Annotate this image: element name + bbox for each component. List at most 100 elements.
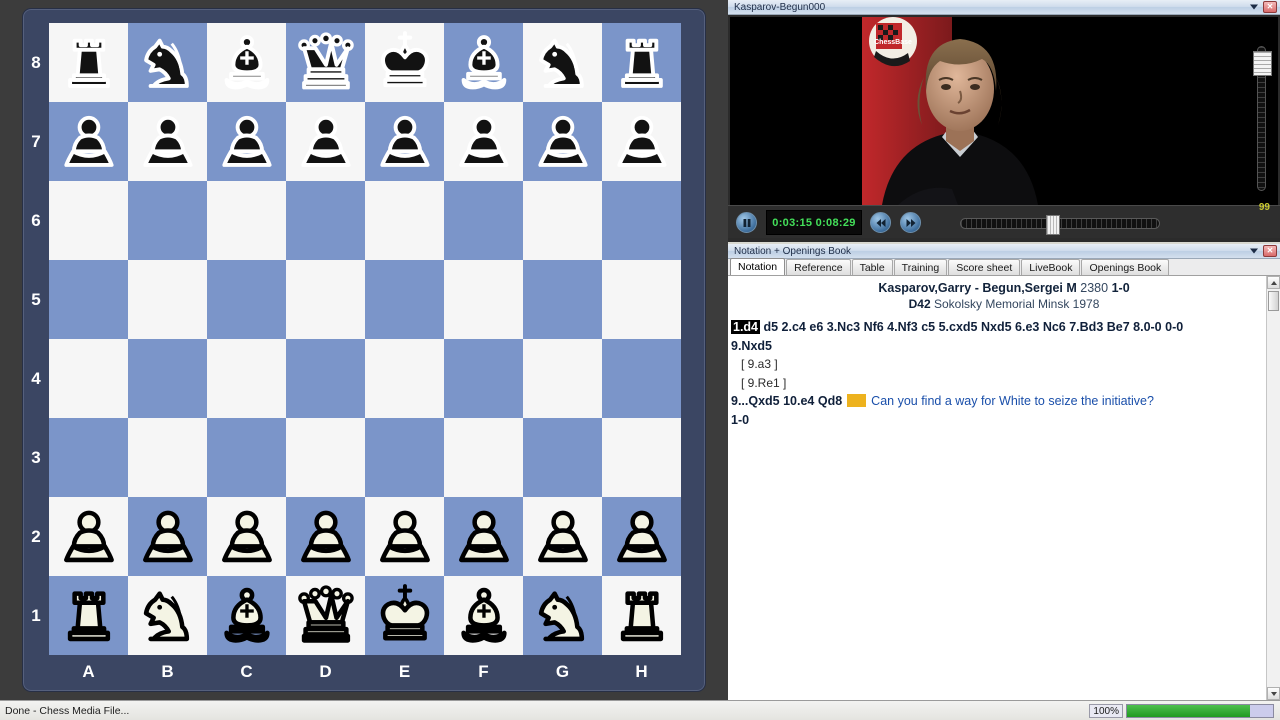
square-h2-white-pawn[interactable] [602, 497, 681, 576]
square-e7-black-pawn[interactable] [365, 102, 444, 181]
video-progress-slider[interactable] [960, 215, 1160, 235]
square-a6[interactable] [49, 181, 128, 260]
close-icon[interactable]: ✕ [1263, 245, 1277, 257]
annotation-text[interactable]: Can you find a way for White to seize th… [871, 394, 1154, 408]
square-h8-black-rook[interactable] [602, 23, 681, 102]
square-g1-white-knight[interactable] [523, 576, 602, 655]
video-progress-thumb[interactable] [1046, 215, 1060, 235]
square-c3[interactable] [207, 418, 286, 497]
fast-forward-icon[interactable] [900, 212, 921, 233]
tab-notation[interactable]: Notation [730, 258, 786, 275]
variation-line[interactable]: [ 9.a3 ] [731, 355, 1268, 374]
square-g2-white-pawn[interactable] [523, 497, 602, 576]
square-d5[interactable] [286, 260, 365, 339]
board-squares[interactable] [49, 23, 681, 655]
square-d2-white-pawn[interactable] [286, 497, 365, 576]
square-e5[interactable] [365, 260, 444, 339]
square-e1-white-king[interactable] [365, 576, 444, 655]
square-f8-black-bishop[interactable] [444, 23, 523, 102]
square-b5[interactable] [128, 260, 207, 339]
selected-move[interactable]: 1.d4 [731, 320, 761, 334]
square-d6[interactable] [286, 181, 365, 260]
square-a3[interactable] [49, 418, 128, 497]
tab-reference[interactable]: Reference [786, 259, 851, 275]
square-b1-white-knight[interactable] [128, 576, 207, 655]
tab-training[interactable]: Training [893, 259, 948, 275]
square-c5[interactable] [207, 260, 286, 339]
square-b6[interactable] [128, 181, 207, 260]
square-h7-black-pawn[interactable] [602, 102, 681, 181]
video-stage[interactable]: ChessBase [730, 17, 1278, 205]
scroll-down-icon[interactable] [1267, 687, 1280, 700]
square-b3[interactable] [128, 418, 207, 497]
square-h6[interactable] [602, 181, 681, 260]
square-f2-white-pawn[interactable] [444, 497, 523, 576]
square-a2-white-pawn[interactable] [49, 497, 128, 576]
square-e8-black-king[interactable] [365, 23, 444, 102]
chevron-down-icon[interactable] [1250, 248, 1258, 254]
tab-table[interactable]: Table [851, 259, 893, 275]
square-e4[interactable] [365, 339, 444, 418]
rewind-icon[interactable] [870, 212, 891, 233]
chevron-down-icon[interactable] [1250, 4, 1258, 10]
notation-window-titlebar[interactable]: Notation + Openings Book ✕ [728, 244, 1280, 259]
square-c8-black-bishop[interactable] [207, 23, 286, 102]
pause-icon[interactable] [736, 212, 757, 233]
square-h5[interactable] [602, 260, 681, 339]
square-f5[interactable] [444, 260, 523, 339]
square-d7-black-pawn[interactable] [286, 102, 365, 181]
square-f1-white-bishop[interactable] [444, 576, 523, 655]
square-g6[interactable] [523, 181, 602, 260]
move-list[interactable]: 1.d4 d5 2.c4 e6 3.Nc3 Nf6 4.Nf3 c5 5.cxd… [728, 318, 1280, 429]
square-a7-black-pawn[interactable] [49, 102, 128, 181]
notation-content[interactable]: Kasparov,Garry - Begun,Sergei M 2380 1-0… [728, 276, 1280, 700]
variation-line[interactable]: [ 9.Re1 ] [731, 374, 1268, 393]
square-c2-white-pawn[interactable] [207, 497, 286, 576]
scrollbar-thumb[interactable] [1268, 291, 1279, 311]
volume-slider-thumb[interactable] [1253, 51, 1272, 76]
continuation-moves[interactable]: 9...Qxd5 10.e4 Qd8 [731, 394, 842, 408]
notation-tab-bar[interactable]: Notation Reference Table Training Score shee… [728, 258, 1280, 276]
square-e2-white-pawn[interactable] [365, 497, 444, 576]
square-a8-black-rook[interactable] [49, 23, 128, 102]
square-c4[interactable] [207, 339, 286, 418]
tab-openings-book[interactable]: Openings Book [1081, 259, 1170, 275]
square-g4[interactable] [523, 339, 602, 418]
square-c1-white-bishop[interactable] [207, 576, 286, 655]
tab-livebook[interactable]: LiveBook [1021, 259, 1081, 275]
square-d1-white-queen[interactable] [286, 576, 365, 655]
square-b7-black-pawn[interactable] [128, 102, 207, 181]
main-line-moves[interactable]: d5 2.c4 e6 3.Nc3 Nf6 4.Nf3 c5 5.cxd5 Nxd… [764, 320, 1184, 334]
square-d4[interactable] [286, 339, 365, 418]
square-b2-white-pawn[interactable] [128, 497, 207, 576]
square-e6[interactable] [365, 181, 444, 260]
square-g3[interactable] [523, 418, 602, 497]
chess-board-frame[interactable]: 87654321 A B C D E F G H [22, 8, 706, 692]
square-d8-black-queen[interactable] [286, 23, 365, 102]
notation-scrollbar[interactable] [1266, 276, 1280, 700]
square-f4[interactable] [444, 339, 523, 418]
volume-slider[interactable] [1253, 46, 1272, 191]
square-f7-black-pawn[interactable] [444, 102, 523, 181]
square-c7-black-pawn[interactable] [207, 102, 286, 181]
square-e3[interactable] [365, 418, 444, 497]
square-h4[interactable] [602, 339, 681, 418]
move-line-9[interactable]: 9.Nxd5 [731, 337, 1268, 356]
move-continuation-line[interactable]: 9...Qxd5 10.e4 Qd8 Can you find a way for… [731, 392, 1268, 411]
close-icon[interactable]: ✕ [1263, 1, 1277, 13]
chess-board[interactable] [49, 23, 681, 655]
square-a4[interactable] [49, 339, 128, 418]
square-b8-black-knight[interactable] [128, 23, 207, 102]
square-g8-black-knight[interactable] [523, 23, 602, 102]
square-b4[interactable] [128, 339, 207, 418]
square-g7-black-pawn[interactable] [523, 102, 602, 181]
square-f3[interactable] [444, 418, 523, 497]
square-h3[interactable] [602, 418, 681, 497]
tab-score-sheet[interactable]: Score sheet [948, 259, 1021, 275]
square-d3[interactable] [286, 418, 365, 497]
move-main-line[interactable]: 1.d4 d5 2.c4 e6 3.Nc3 Nf6 4.Nf3 c5 5.cxd… [731, 318, 1268, 337]
square-c6[interactable] [207, 181, 286, 260]
square-a1-white-rook[interactable] [49, 576, 128, 655]
square-g5[interactable] [523, 260, 602, 339]
video-window-titlebar[interactable]: Kasparov-Begun000 ✕ [728, 0, 1280, 15]
